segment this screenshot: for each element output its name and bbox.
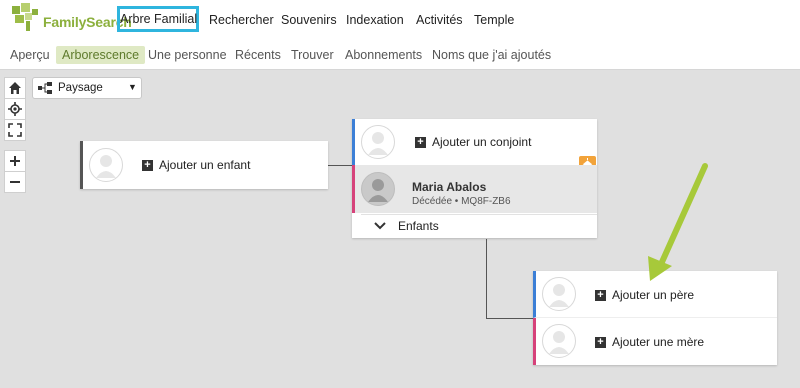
plus-icon: + bbox=[142, 159, 153, 171]
add-mother-label: Ajouter une mère bbox=[612, 335, 705, 349]
person-row-maria-abalos[interactable]: Maria Abalos Décédée • MQ8F-ZB6 bbox=[352, 165, 597, 213]
person-name: Maria Abalos bbox=[412, 180, 487, 194]
tree-logo-icon bbox=[12, 3, 38, 31]
chevron-down-icon bbox=[374, 222, 386, 230]
person-silhouette-icon bbox=[96, 155, 116, 178]
subnav-recents[interactable]: Récents bbox=[235, 46, 281, 64]
zoom-in-button[interactable] bbox=[4, 150, 26, 172]
zoom-out-button[interactable] bbox=[4, 171, 26, 193]
layout-select[interactable]: Paysage ▼ bbox=[32, 77, 142, 99]
nav-temple[interactable]: Temple bbox=[474, 0, 514, 40]
home-button[interactable] bbox=[4, 77, 26, 99]
add-child-label: Ajouter un enfant bbox=[159, 158, 251, 172]
fullscreen-icon bbox=[8, 123, 22, 137]
add-parents-card: + Ajouter un père + Ajouter une mère bbox=[533, 271, 777, 365]
connector-vertical bbox=[486, 239, 487, 318]
top-navigation: FamilySearch Arbre Familial Rechercher S… bbox=[0, 0, 800, 41]
sub-navigation: Aperçu Arborescence Une personne Récents… bbox=[0, 40, 800, 70]
children-label: Enfants bbox=[398, 219, 439, 233]
plus-icon: + bbox=[595, 289, 606, 301]
nav-activites[interactable]: Activités bbox=[416, 0, 463, 40]
zoom-out-icon bbox=[10, 181, 20, 183]
nav-indexation[interactable]: Indexation bbox=[346, 0, 404, 40]
locate-button[interactable] bbox=[4, 98, 26, 120]
caret-down-icon: ▼ bbox=[128, 82, 137, 92]
add-father-label: Ajouter un père bbox=[612, 288, 695, 302]
plus-icon: + bbox=[415, 136, 426, 148]
locate-icon bbox=[8, 102, 22, 116]
connector-child-couple bbox=[326, 165, 352, 166]
zoom-in-icon bbox=[10, 156, 20, 166]
person-details: Décédée • MQ8F-ZB6 bbox=[412, 196, 511, 207]
subnav-trouver[interactable]: Trouver bbox=[291, 46, 334, 64]
nav-arbre-familial[interactable]: Arbre Familial bbox=[117, 6, 199, 32]
subnav-abonnements[interactable]: Abonnements bbox=[345, 46, 422, 64]
avatar-placeholder bbox=[542, 324, 576, 358]
plus-icon: + bbox=[595, 336, 606, 348]
add-spouse-link[interactable]: + Ajouter un conjoint bbox=[415, 135, 531, 149]
person-avatar bbox=[361, 172, 395, 206]
connector-parents bbox=[486, 318, 534, 319]
tree-layout-icon bbox=[38, 82, 52, 94]
add-spouse-label: Ajouter un conjoint bbox=[432, 135, 532, 149]
add-father-link[interactable]: + Ajouter un père bbox=[595, 288, 694, 302]
avatar-placeholder bbox=[542, 277, 576, 311]
children-toggle[interactable]: Enfants bbox=[361, 214, 597, 238]
add-father-row[interactable]: + Ajouter un père bbox=[533, 271, 777, 318]
person-silhouette-icon bbox=[549, 284, 569, 307]
person-silhouette-icon bbox=[549, 331, 569, 354]
add-mother-link[interactable]: + Ajouter une mère bbox=[595, 335, 704, 349]
familysearch-logo[interactable]: FamilySearch bbox=[12, 3, 132, 33]
add-child-card[interactable]: + Ajouter un enfant bbox=[80, 141, 328, 189]
add-child-link[interactable]: + Ajouter un enfant bbox=[142, 158, 250, 172]
add-mother-row[interactable]: + Ajouter une mère bbox=[533, 318, 777, 365]
nav-souvenirs[interactable]: Souvenirs bbox=[281, 0, 337, 40]
person-silhouette-icon bbox=[368, 179, 388, 202]
layout-select-value: Paysage bbox=[58, 82, 103, 94]
fullscreen-button[interactable] bbox=[4, 119, 26, 141]
avatar-placeholder bbox=[361, 125, 395, 159]
person-silhouette-icon bbox=[368, 132, 388, 155]
add-spouse-row[interactable]: + Ajouter un conjoint bbox=[352, 119, 597, 173]
subnav-une-personne[interactable]: Une personne bbox=[148, 46, 227, 64]
subnav-apercu[interactable]: Aperçu bbox=[10, 46, 50, 64]
subnav-noms-ajoutes[interactable]: Noms que j'ai ajoutés bbox=[432, 46, 551, 64]
avatar-placeholder bbox=[89, 148, 123, 182]
nav-rechercher[interactable]: Rechercher bbox=[209, 0, 274, 40]
couple-card: + Ajouter un conjoint Maria Abalos Décéd… bbox=[352, 119, 597, 238]
home-icon bbox=[9, 82, 21, 94]
subnav-arborescence[interactable]: Arborescence bbox=[56, 46, 146, 64]
